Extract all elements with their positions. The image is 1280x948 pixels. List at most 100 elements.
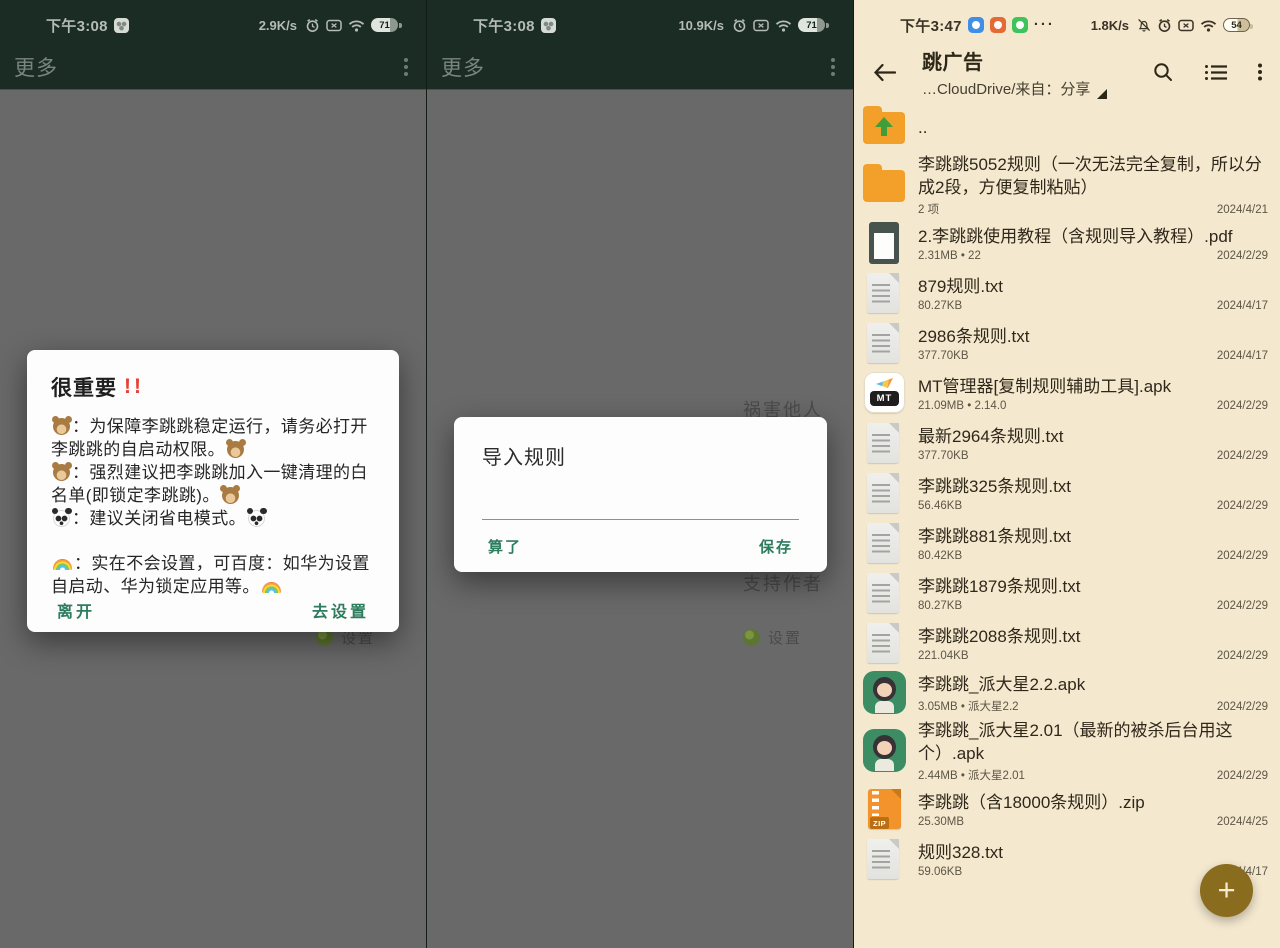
sim-disabled-icon [326, 19, 342, 32]
file-name: 2.李跳跳使用教程（含规则导入教程）.pdf [918, 225, 1268, 248]
leave-button[interactable]: 离开 [57, 598, 95, 622]
rule-input[interactable] [482, 494, 799, 520]
file-name: 李跳跳5052规则（一次无法完全复制，所以分成2段，方便复制粘贴） [918, 153, 1268, 199]
file-name: 879规则.txt [918, 275, 1268, 298]
file-meta: 2.31MB • 22 [918, 250, 981, 262]
save-button[interactable]: 保存 [759, 536, 793, 557]
network-speed: 2.9K/s [259, 18, 297, 33]
file-row[interactable]: .. [858, 102, 1270, 152]
file-name: 规则328.txt [918, 841, 1268, 864]
file-date: 2024/2/29 [1217, 250, 1268, 262]
file-meta: 3.05MB • 派大星2.2 [918, 698, 1019, 714]
file-row[interactable]: 李跳跳1879条规则.txt 80.27KB 2024/2/29 [858, 568, 1270, 618]
status-time: 下午3:08 [46, 15, 108, 36]
file-name: 2986条规则.txt [918, 325, 1268, 348]
txt-icon [860, 836, 908, 882]
file-date: 2024/2/29 [1217, 650, 1268, 662]
app-bar: 更多 [427, 44, 853, 90]
dialog-line: ：实在不会设置，可百度：如华为设置自启动、华为锁定应用等。 [51, 552, 375, 598]
rainbow-icon [262, 582, 281, 593]
file-meta: 377.70KB [918, 350, 969, 362]
go-settings-button[interactable]: 去设置 [312, 598, 369, 622]
bear-icon [53, 464, 70, 481]
sim-disabled-icon [753, 19, 769, 32]
girl-icon [860, 670, 908, 716]
status-app-badge-icon [541, 18, 556, 33]
bear-icon [222, 487, 239, 504]
file-name: 李跳跳（含18000条规则）.zip [918, 791, 1268, 814]
file-meta: 21.09MB • 2.14.0 [918, 400, 1006, 412]
settings-dot-icon [743, 629, 760, 646]
top-chrome: 下午3:08 2.9K/s 71 更多 [0, 0, 426, 90]
status-bar: 下午3:47 ··· 1.8K/s 54 [854, 0, 1280, 44]
overflow-menu-icon[interactable] [404, 65, 408, 69]
dialog-title: 很重要 [51, 372, 117, 402]
file-name: .. [918, 116, 1268, 139]
file-name: 李跳跳325条规则.txt [918, 475, 1268, 498]
file-meta: 25.30MB [918, 816, 964, 828]
notification-app-icon-green [1012, 17, 1028, 33]
file-name: 李跳跳1879条规则.txt [918, 575, 1268, 598]
file-row[interactable]: 李跳跳_派大星2.01（最新的被杀后台用这个）.apk 2.44MB • 派大星… [858, 718, 1270, 784]
menu-item-support-author[interactable]: 支持作者 [743, 570, 823, 596]
file-date: 2024/2/29 [1217, 550, 1268, 562]
status-time: 下午3:08 [473, 15, 535, 36]
file-row[interactable]: 李跳跳（含18000条规则）.zip 25.30MB 2024/4/25 [858, 784, 1270, 834]
txt-icon [860, 420, 908, 466]
file-row[interactable]: 李跳跳881条规则.txt 80.42KB 2024/2/29 [858, 518, 1270, 568]
file-meta: 377.70KB [918, 450, 969, 462]
path-dropdown-icon [1097, 89, 1107, 99]
rainbow-icon [53, 559, 72, 570]
fab-add-button[interactable]: + [1200, 864, 1253, 917]
file-row[interactable]: 李跳跳325条规则.txt 56.46KB 2024/2/29 [858, 468, 1270, 518]
file-date: 2024/4/17 [1217, 300, 1268, 312]
file-row[interactable]: 2.李跳跳使用教程（含规则导入教程）.pdf 2.31MB • 22 2024/… [858, 218, 1270, 268]
file-name: 李跳跳_派大星2.01（最新的被杀后台用这个）.apk [918, 719, 1268, 765]
file-list: .. 李跳跳5052规则（一次无法完全复制，所以分成2段，方便复制粘贴） 2 项… [854, 100, 1280, 948]
file-row[interactable]: 2986条规则.txt 377.70KB 2024/4/17 [858, 318, 1270, 368]
panel-right-file-manager: 下午3:47 ··· 1.8K/s 54 跳广告 …CloudDrive/来自：… [854, 0, 1280, 948]
sim-disabled-icon [1178, 19, 1194, 32]
list-view-icon[interactable] [1204, 63, 1228, 82]
file-date: 2024/2/29 [1217, 500, 1268, 512]
panda-icon [248, 510, 265, 527]
import-rules-dialog: 导入规则 算了 保存 [454, 417, 827, 572]
file-date: 2024/2/29 [1217, 600, 1268, 612]
zip-icon [860, 786, 908, 832]
file-meta: 2.44MB • 派大星2.01 [918, 767, 1025, 783]
network-speed: 10.9K/s [678, 18, 724, 33]
file-row[interactable]: 李跳跳_派大星2.2.apk 3.05MB • 派大星2.2 2024/2/29 [858, 668, 1270, 718]
file-row[interactable]: 879规则.txt 80.27KB 2024/4/17 [858, 268, 1270, 318]
double-exclamation-icon: !! [124, 375, 144, 399]
app-bar: 更多 [0, 44, 426, 90]
page-title: 更多 [441, 52, 485, 82]
file-row[interactable]: 李跳跳2088条规则.txt 221.04KB 2024/2/29 [858, 618, 1270, 668]
page-title: 跳广告 [922, 46, 1107, 75]
overflow-menu-icon[interactable] [1258, 70, 1262, 74]
panel-middle-more-page: 下午3:08 10.9K/s 71 更多 祸害他人 支持作者 设置 导入规则 算… [427, 0, 854, 948]
girl-icon [860, 728, 908, 774]
file-meta: 221.04KB [918, 650, 969, 662]
wifi-icon [348, 19, 365, 32]
dialog-line: ：建议关闭省电模式。 [51, 507, 375, 530]
mt-icon [860, 370, 908, 416]
title-block: 跳广告 …CloudDrive/来自：分享 [922, 46, 1107, 99]
menu-item-settings[interactable]: 设置 [743, 627, 802, 648]
bear-icon [227, 441, 244, 458]
dialog-line: ：为保障李跳跳稳定运行，请务必打开李跳跳的自启动权限。 [51, 415, 375, 461]
file-row[interactable]: 李跳跳5052规则（一次无法完全复制，所以分成2段，方便复制粘贴） 2 项 20… [858, 152, 1270, 218]
overflow-menu-icon[interactable] [831, 65, 835, 69]
top-chrome: 下午3:08 10.9K/s 71 更多 [427, 0, 853, 90]
settings-label: 设置 [768, 627, 802, 648]
cancel-button[interactable]: 算了 [488, 536, 522, 557]
folder-up-icon [860, 104, 908, 150]
search-icon[interactable] [1152, 61, 1174, 83]
network-speed: 1.8K/s [1091, 18, 1129, 33]
file-name: MT管理器[复制规则辅助工具].apk [918, 375, 1268, 398]
panel-left-more-page: 下午3:08 2.9K/s 71 更多 祸害他人 支持作者 设置 很重要 !! … [0, 0, 427, 948]
file-row[interactable]: 最新2964条规则.txt 377.70KB 2024/2/29 [858, 418, 1270, 468]
file-name: 李跳跳_派大星2.2.apk [918, 673, 1268, 696]
file-row[interactable]: MT管理器[复制规则辅助工具].apk 21.09MB • 2.14.0 202… [858, 368, 1270, 418]
back-button[interactable] [872, 63, 902, 82]
path-breadcrumb[interactable]: …CloudDrive/来自：分享 [922, 78, 1107, 99]
